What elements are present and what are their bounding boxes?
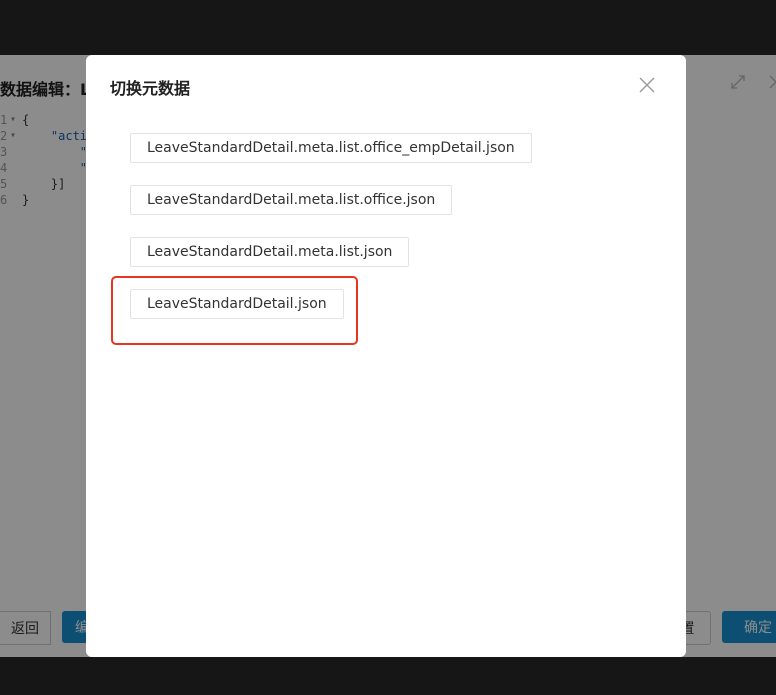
file-option-office[interactable]: LeaveStandardDetail.meta.list.office.jso… [130,185,453,215]
file-option-office-empdetail[interactable]: LeaveStandardDetail.meta.list.office_emp… [130,133,532,163]
dialog-title: 切换元数据 [110,79,191,98]
close-icon[interactable] [635,73,659,97]
backdrop-top [0,0,776,55]
file-option-list[interactable]: LeaveStandardDetail.meta.list.json [130,237,410,267]
highlight-box [111,276,358,345]
backdrop-bottom [0,657,776,695]
switch-metadata-dialog: 切换元数据 LeaveStandardDetail.meta.list.offi… [86,55,686,657]
